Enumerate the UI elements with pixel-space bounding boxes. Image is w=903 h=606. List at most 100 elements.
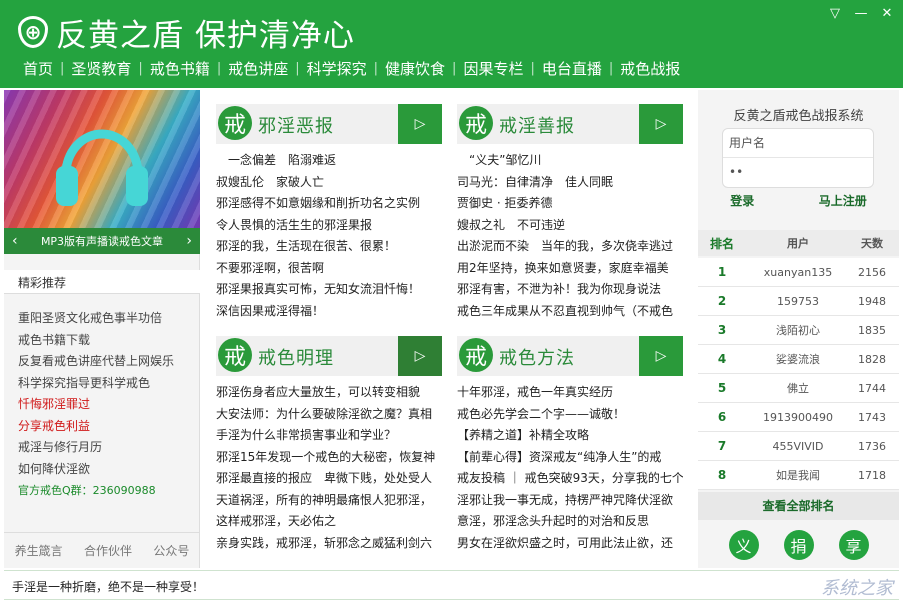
article-link[interactable]: 叔嫂乱伦 家破人亡: [216, 172, 442, 194]
left-footer-links: 养生箴言 合作伙伴 公众号: [4, 532, 200, 568]
article-link[interactable]: 手淫为什么非常损害事业和学业？: [216, 425, 442, 447]
ranking-days: 1835: [858, 323, 886, 337]
article-link[interactable]: 邪淫感得不如意姻缘和削折功名之实例: [216, 193, 442, 215]
panel-header: 戒邪淫恶报 ▷: [216, 104, 442, 144]
chevron-right-icon[interactable]: ›: [186, 233, 192, 249]
watermark-logo: 系统之家: [821, 578, 893, 599]
article-link[interactable]: 邪淫最直接的报应 卑微下贱，处处受人: [216, 468, 442, 490]
ranking-row[interactable]: 2 159753 1948: [698, 287, 899, 316]
nav-diet[interactable]: 健康饮食: [378, 58, 452, 79]
article-link[interactable]: 一念偏差 陷溺难返: [216, 150, 442, 172]
article-link[interactable]: 大安法师：为什么要破除淫欲之魔？真相: [216, 404, 442, 426]
ranking-days: 1744: [858, 381, 886, 395]
panel-article-list: 邪淫伤身者应大量放生，可以转变相貌 大安法师：为什么要破除淫欲之魔？真相 手淫为什么…: [216, 382, 442, 554]
recommend-item[interactable]: 忏悔邪淫罪过: [18, 394, 174, 416]
article-link[interactable]: 邪淫有害，不泄为补！我为你现身说法: [457, 279, 683, 301]
article-link[interactable]: “义夫”邹忆川: [457, 150, 683, 172]
article-link[interactable]: 亲身实践，戒邪淫，斩邪念之威猛利剑六: [216, 533, 442, 555]
password-input[interactable]: ••: [723, 158, 873, 187]
article-link[interactable]: 这样戒邪淫，天必佑之: [216, 511, 442, 533]
article-link[interactable]: 戒友投稿 ｜ 戒色突破93天，分享我的七个: [457, 468, 683, 490]
article-link[interactable]: 贾御史 · 拒委养德: [457, 193, 683, 215]
article-link[interactable]: 【养精之道】补精全攻略: [457, 425, 683, 447]
ranking-row[interactable]: 6 1913900490 1743: [698, 403, 899, 432]
article-link[interactable]: 【前辈心得】资深戒友“纯净人生”的戒: [457, 447, 683, 469]
ranking-header: 排名 用户 天数: [698, 230, 899, 256]
menu-dropdown-icon[interactable]: ▽: [827, 6, 843, 22]
ranking-row[interactable]: 7 455VIVID 1736: [698, 432, 899, 461]
play-icon[interactable]: ▷: [639, 336, 683, 376]
nav-home[interactable]: 首页: [16, 58, 60, 79]
righteousness-button[interactable]: 义: [728, 530, 759, 560]
nav-science[interactable]: 科学探究: [300, 58, 374, 79]
article-link[interactable]: 令人畏惧的活生生的邪淫果报: [216, 215, 442, 237]
article-link[interactable]: 用2年坚持，换来如意贤妻，家庭幸福美: [457, 258, 683, 280]
article-link[interactable]: 淫邪让我一事无成，持楞严神咒降伏淫欲: [457, 490, 683, 512]
panel-evil-retribution: 戒邪淫恶报 ▷ 一念偏差 陷溺难返 叔嫂乱伦 家破人亡 邪淫感得不如意姻缘和削折功名之…: [216, 104, 442, 322]
footer-link-partners[interactable]: 合作伙伴: [84, 542, 132, 559]
recommend-item[interactable]: 反复看戒色讲座代替上网娱乐: [18, 351, 174, 373]
panel-title: 邪淫恶报: [258, 116, 334, 137]
article-link[interactable]: 邪淫15年发现一个戒色的大秘密，恢复神: [216, 447, 442, 469]
left-sidebar: ‹ MP3版有声播读戒色文章 › 精彩推荐 重阳圣贤文化戒色事半功倍 戒色书籍下载…: [4, 90, 200, 568]
ranking-user: 1913900490: [763, 410, 833, 424]
donate-button[interactable]: 捐: [783, 530, 814, 560]
register-button[interactable]: 马上注册: [819, 192, 867, 209]
view-all-ranking-button[interactable]: 查看全部排名: [698, 492, 899, 520]
login-button[interactable]: 登录: [730, 192, 754, 209]
ranking-days: 1743: [858, 410, 886, 424]
nav-karma[interactable]: 因果专栏: [456, 58, 530, 79]
article-link[interactable]: 天道祸淫，所有的神明最痛恨人犯邪淫，: [216, 490, 442, 512]
nav-divider: |: [608, 61, 614, 76]
article-link[interactable]: 邪淫果报真实可怖，无知女流泪忏悔！: [216, 279, 442, 301]
right-sidebar: 反黄之盾戒色战报系统 用户名 •• 登录 马上注册 排名 用户 天数 1 xuan…: [698, 90, 899, 568]
play-icon[interactable]: ▷: [398, 336, 442, 376]
recommend-section-title: 精彩推荐: [4, 270, 200, 294]
ranking-days: 1828: [858, 352, 886, 366]
article-link[interactable]: 出淤泥而不染 当年的我，多次侥幸逃过: [457, 236, 683, 258]
article-link[interactable]: 司马光：自律清净 佳人同眠: [457, 172, 683, 194]
article-link[interactable]: 嫂叔之礼 不可违逆: [457, 215, 683, 237]
ranking-row[interactable]: 1 xuanyan135 2156: [698, 258, 899, 287]
article-link[interactable]: 十年邪淫，戒色一年真实经历: [457, 382, 683, 404]
nav-divider: |: [530, 61, 535, 76]
play-icon[interactable]: ▷: [398, 104, 442, 144]
chevron-left-icon[interactable]: ‹: [12, 233, 18, 249]
recommend-item[interactable]: 官方戒色Q群：236090988: [18, 480, 174, 502]
nav-radio[interactable]: 电台直播: [535, 58, 609, 79]
nav-sage-education[interactable]: 圣贤教育: [64, 58, 138, 79]
banner-caption[interactable]: MP3版有声播读戒色文章: [41, 233, 163, 249]
article-link[interactable]: 戒色三年成果从不忍直视到帅气（不戒色: [457, 301, 683, 323]
article-link[interactable]: 不要邪淫啊，很苦啊: [216, 258, 442, 280]
nav-books[interactable]: 戒色书籍: [143, 58, 217, 79]
nav-lectures[interactable]: 戒色讲座: [221, 58, 295, 79]
recommend-item[interactable]: 科学探究指导更科学戒色: [18, 373, 174, 395]
recommend-item[interactable]: 重阳圣贤文化戒色事半功倍: [18, 308, 174, 330]
recommend-item[interactable]: 戒淫与修行月历: [18, 437, 174, 459]
recommend-item[interactable]: 如何降伏淫欲: [18, 459, 174, 481]
ranking-user: 如是我闻: [776, 469, 820, 482]
article-link[interactable]: 戒色必先学会二个字——诚敬！: [457, 404, 683, 426]
recommend-item[interactable]: 戒色书籍下载: [18, 330, 174, 352]
username-input[interactable]: 用户名: [723, 129, 873, 158]
play-icon[interactable]: ▷: [639, 104, 683, 144]
ranking-row[interactable]: 8 如是我闻 1718: [698, 461, 899, 490]
ranking-row[interactable]: 4 娑婆流浪 1828: [698, 345, 899, 374]
close-icon[interactable]: ✕: [879, 6, 895, 22]
article-link[interactable]: 男女在淫欲炽盛之时，可用此法止欲，还: [457, 533, 683, 555]
footer-link-wechat[interactable]: 公众号: [153, 542, 189, 559]
minimize-icon[interactable]: —: [853, 6, 869, 22]
audio-banner[interactable]: [4, 90, 200, 228]
recommend-item[interactable]: 分享戒色利益: [18, 416, 174, 438]
article-link[interactable]: 意淫，邪淫念头升起时的对治和反思: [457, 511, 683, 533]
share-button[interactable]: 享: [838, 530, 869, 560]
article-link[interactable]: 邪淫伤身者应大量放生，可以转变相貌: [216, 382, 442, 404]
nav-reports[interactable]: 戒色战报: [613, 58, 687, 79]
panel-badge-icon: 戒: [218, 338, 252, 372]
footer-link-health[interactable]: 养生箴言: [15, 542, 63, 559]
panel-good-retribution: 戒戒淫善报 ▷ “义夫”邹忆川 司马光：自律清净 佳人同眠 贾御史 · 拒委养德 嫂叔之…: [457, 104, 683, 322]
article-link[interactable]: 深信因果戒淫得福！: [216, 301, 442, 323]
ranking-row[interactable]: 3 浅陌初心 1835: [698, 316, 899, 345]
ranking-row[interactable]: 5 佛立 1744: [698, 374, 899, 403]
article-link[interactable]: 邪淫的我，生活现在很苦、很累！: [216, 236, 442, 258]
